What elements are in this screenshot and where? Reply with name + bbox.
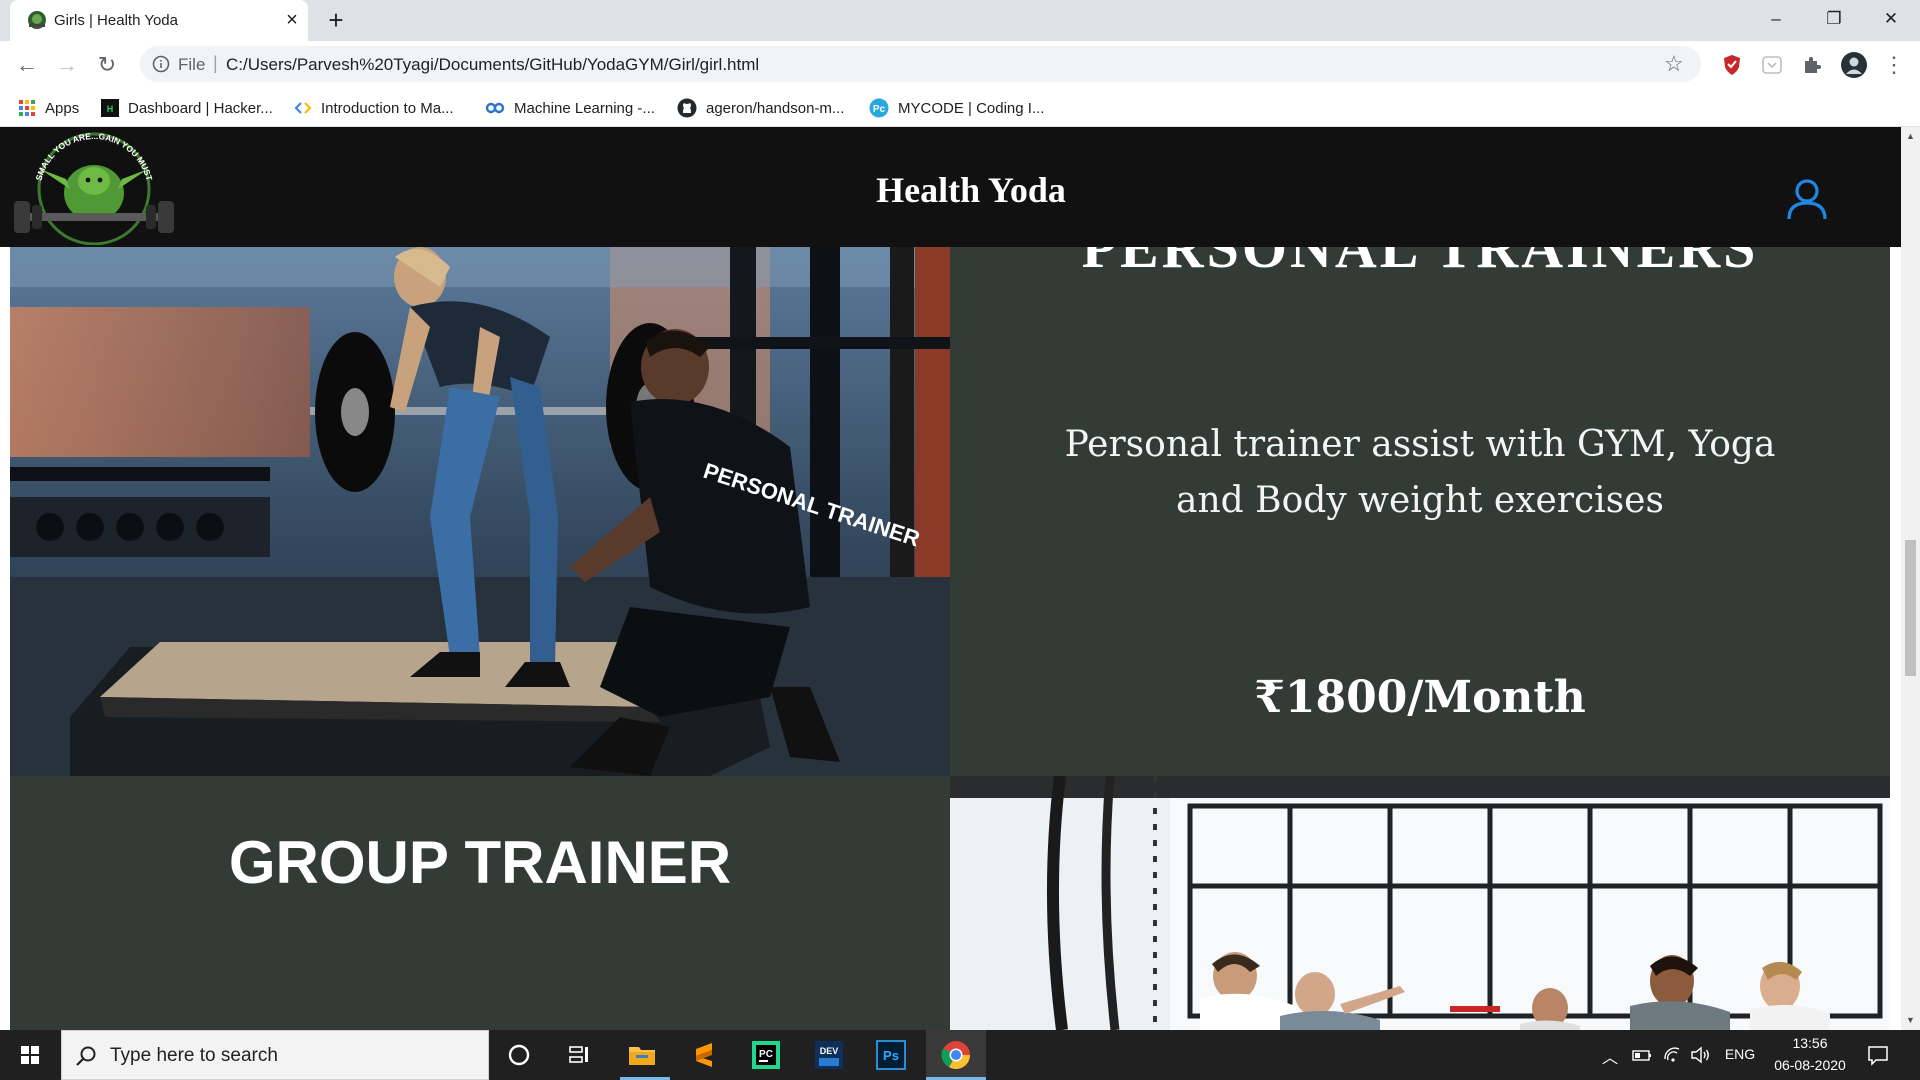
scroll-up-icon[interactable]: ▲	[1905, 131, 1916, 141]
hackerrank-icon: H	[101, 99, 119, 117]
tab-title: Girls | Health Yoda	[54, 12, 178, 29]
bookmark-label: ageron/handson-m...	[706, 99, 845, 117]
bookmark-star-icon[interactable]: ☆	[1664, 51, 1684, 77]
forward-arrow-icon[interactable]: →	[53, 51, 81, 79]
svg-text:Ps: Ps	[883, 1048, 899, 1063]
scroll-down-icon[interactable]: ▼	[1905, 1015, 1916, 1025]
photoshop-icon[interactable]: Ps	[875, 1039, 907, 1071]
browser-toolbar: ← → ↻ File | C:/Users/Parvesh%20Tyagi/Do…	[0, 41, 1920, 88]
group-trainer-image	[950, 776, 1890, 1030]
bookmark-hackerrank[interactable]: H Dashboard | Hacker...	[101, 97, 273, 119]
svg-text:PC: PC	[759, 1049, 773, 1060]
restore-icon[interactable]: ❐	[1805, 0, 1863, 38]
url-text[interactable]: C:/Users/Parvesh%20Tyagi/Documents/GitHu…	[226, 55, 759, 75]
pocket-extension-icon[interactable]	[1760, 53, 1784, 77]
code-brackets-icon	[294, 102, 312, 114]
personal-trainers-heading: PERSONAL TRAINERS	[1081, 247, 1759, 280]
clock-date[interactable]: 06-08-2020	[1765, 1057, 1855, 1073]
search-icon	[76, 1046, 96, 1066]
browser-tab-strip: Girls | Health Yoda × + – ❐ ✕	[0, 0, 1920, 41]
svg-text:DEV: DEV	[820, 1046, 839, 1056]
language-indicator[interactable]: ENG	[1720, 1046, 1760, 1062]
bookmark-label: MYCODE | Coding I...	[898, 99, 1045, 117]
reload-icon[interactable]: ↻	[93, 51, 121, 79]
menu-kebab-icon[interactable]: ⋮	[1880, 51, 1908, 79]
clock-time[interactable]: 13:56	[1765, 1035, 1855, 1051]
site-title: Health Yoda	[876, 170, 1066, 210]
mycode-icon: Pc	[869, 98, 889, 118]
scrollbar-thumb[interactable]	[1905, 540, 1916, 676]
bookmark-mycode[interactable]: Pc MYCODE | Coding I...	[869, 97, 1044, 119]
tab-close-icon[interactable]: ×	[281, 9, 303, 31]
new-tab-button[interactable]: +	[322, 7, 350, 35]
profile-avatar[interactable]	[1840, 51, 1868, 79]
bookmark-label: Dashboard | Hacker...	[128, 99, 273, 117]
tray-chevron-icon[interactable]: ︿	[1602, 1044, 1618, 1068]
apps-grid-icon	[19, 100, 35, 116]
group-class-photo-illustration	[950, 776, 1890, 1030]
dev-cpp-icon[interactable]: DEV	[813, 1039, 845, 1071]
svg-text:Pc: Pc	[873, 104, 886, 115]
notifications-icon[interactable]	[1866, 1043, 1890, 1067]
bookmarks-bar: Apps H Dashboard | Hacker... Introductio…	[0, 88, 1920, 127]
shield-extension-icon[interactable]	[1720, 53, 1744, 77]
personal-trainers-price: ₹1800/Month	[1254, 672, 1586, 723]
window-close-icon[interactable]: ✕	[1862, 0, 1920, 38]
scheme-label: File	[178, 55, 206, 74]
bookmark-machine-learning[interactable]: Machine Learning -...	[485, 97, 655, 119]
sublime-text-icon[interactable]	[688, 1039, 720, 1071]
taskbar-search[interactable]: Type here to search	[61, 1030, 489, 1080]
bookmark-apps[interactable]: Apps	[18, 97, 79, 119]
cortana-icon[interactable]	[503, 1039, 535, 1071]
page-viewport: PERSONAL TRAINER PERSONAL TRAINERS Perso…	[0, 127, 1901, 1030]
search-placeholder: Type here to search	[110, 1045, 278, 1066]
wifi-icon[interactable]	[1662, 1045, 1682, 1065]
bookmark-intro-ml[interactable]: Introduction to Ma...	[294, 97, 454, 119]
group-trainer-heading: GROUP TRAINER	[228, 829, 732, 896]
battery-icon[interactable]	[1632, 1045, 1652, 1065]
page-scrollbar[interactable]: ▲ ▼	[1901, 127, 1920, 1030]
pycharm-icon[interactable]: PC	[750, 1039, 782, 1071]
user-account-icon[interactable]	[1785, 177, 1829, 221]
windows-taskbar: Type here to search PC DEV Ps ︿ ENG 13:5…	[0, 1030, 1920, 1080]
site-header: SMALL YOU ARE...GAIN YOU MUST Health Yod…	[0, 127, 1901, 247]
personal-trainer-image: PERSONAL TRAINER	[10, 247, 950, 776]
github-icon	[677, 98, 697, 118]
back-arrow-icon[interactable]: ←	[13, 51, 41, 79]
url-separator: |	[213, 53, 218, 73]
group-trainer-panel: GROUP TRAINER	[10, 776, 950, 1030]
address-bar[interactable]: File | C:/Users/Parvesh%20Tyagi/Document…	[140, 46, 1701, 82]
personal-trainers-panel: PERSONAL TRAINERS Personal trainer assis…	[950, 247, 1890, 776]
browser-tab[interactable]: Girls | Health Yoda ×	[10, 0, 308, 41]
bookmark-label: Machine Learning -...	[514, 99, 655, 117]
coursera-infinity-icon	[485, 102, 505, 114]
bookmark-label: Apps	[45, 99, 80, 117]
task-view-icon[interactable]	[564, 1039, 596, 1071]
bookmark-label: Introduction to Ma...	[321, 99, 454, 117]
personal-trainers-description: Personal trainer assist with GYM, Yoga a…	[1064, 424, 1776, 521]
svg-text:H: H	[107, 104, 114, 114]
volume-icon[interactable]	[1690, 1045, 1712, 1065]
gym-photo-illustration: PERSONAL TRAINER	[10, 247, 950, 776]
bookmark-github[interactable]: ageron/handson-m...	[677, 97, 844, 119]
info-icon[interactable]	[152, 55, 170, 73]
extensions-puzzle-icon[interactable]	[1800, 53, 1824, 77]
minimize-icon[interactable]: –	[1747, 0, 1805, 38]
file-explorer-icon[interactable]	[626, 1039, 658, 1071]
windows-start-icon[interactable]	[0, 1030, 60, 1080]
yoda-favicon-icon	[28, 11, 46, 29]
chrome-icon[interactable]	[940, 1039, 972, 1071]
